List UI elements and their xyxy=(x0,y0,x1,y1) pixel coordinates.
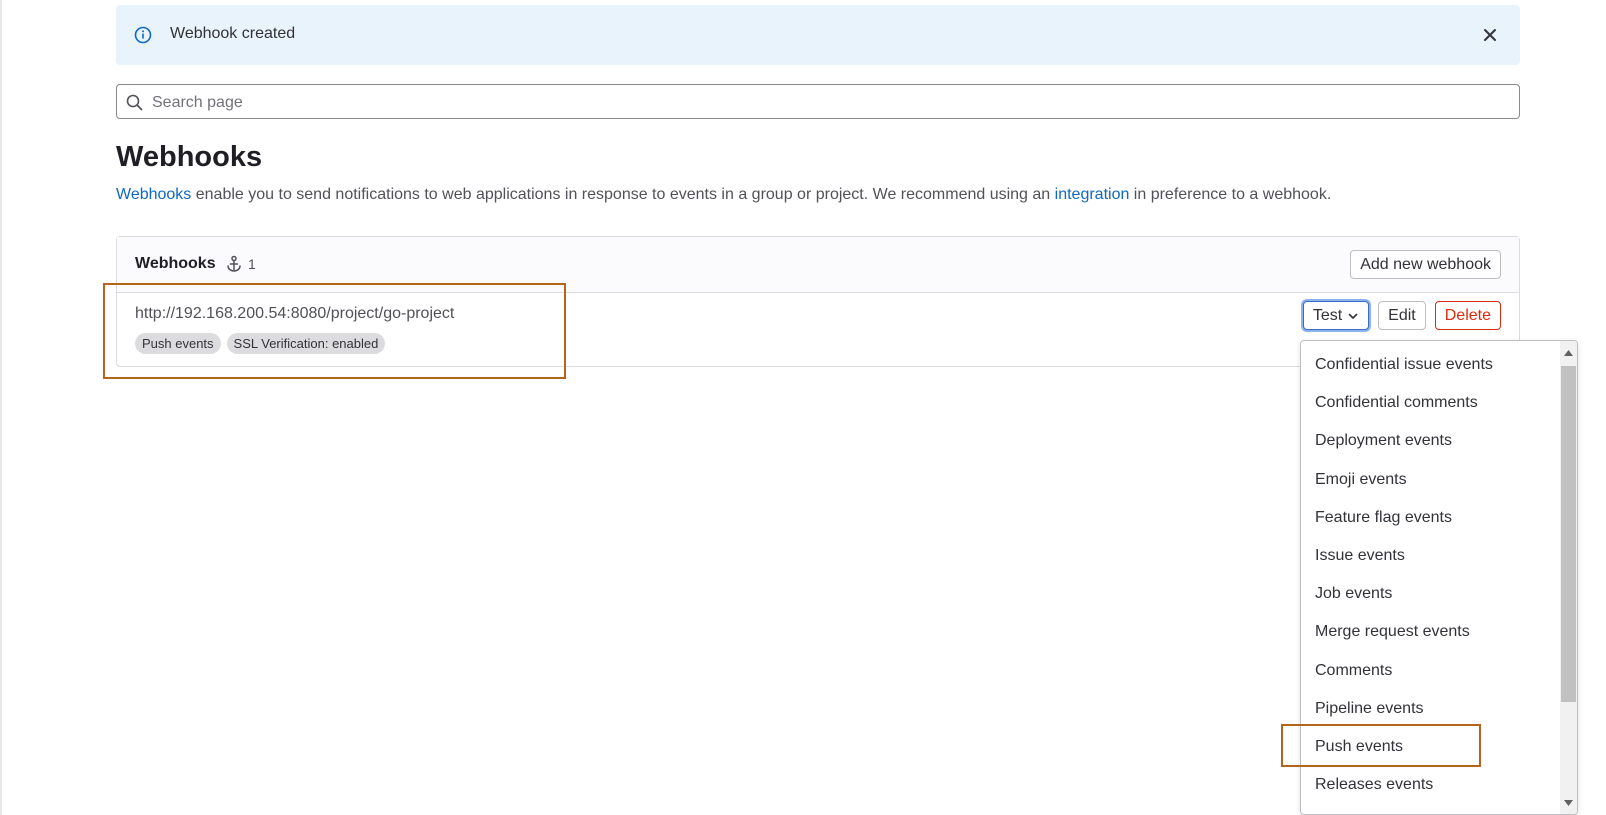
dropdown-item-comments[interactable]: Comments xyxy=(1301,652,1561,690)
dropdown-item-issue-events[interactable]: Issue events xyxy=(1301,537,1561,575)
page-title: Webhooks xyxy=(116,141,263,173)
scrollbar-thumb[interactable] xyxy=(1561,366,1576,702)
dropdown-item-feature-flag-events[interactable]: Feature flag events xyxy=(1301,499,1561,537)
dropdown-item-emoji-events[interactable]: Emoji events xyxy=(1301,461,1561,499)
webhook-icon xyxy=(227,255,241,272)
webhooks-card-title: Webhooks xyxy=(135,255,216,272)
webhook-entry-highlight xyxy=(103,283,566,379)
integration-link[interactable]: integration xyxy=(1055,186,1130,203)
info-circle-icon xyxy=(134,26,152,44)
dropdown-item-releases-events[interactable]: Releases events xyxy=(1301,766,1561,804)
dropdown-item-confidential-issue-events[interactable]: Confidential issue events xyxy=(1301,346,1561,384)
webhooks-count: 1 xyxy=(225,255,256,273)
delete-button[interactable]: Delete xyxy=(1434,301,1501,330)
close-icon[interactable] xyxy=(1482,27,1498,43)
dropdown-item-confidential-comments[interactable]: Confidential comments xyxy=(1301,384,1561,422)
webhook-actions: Test Edit Delete xyxy=(1302,301,1501,330)
page-description: Webhooks enable you to send notification… xyxy=(116,186,1331,204)
push-events-highlight xyxy=(1281,724,1481,767)
dropdown-item-job-events[interactable]: Job events xyxy=(1301,575,1561,613)
alert-message: Webhook created xyxy=(170,25,296,42)
webhook-created-alert: Webhook created xyxy=(116,5,1520,65)
dropdown-item-merge-request-events[interactable]: Merge request events xyxy=(1301,613,1561,651)
test-button-label: Test xyxy=(1312,306,1343,324)
webhooks-doc-link[interactable]: Webhooks xyxy=(116,186,191,203)
test-button[interactable]: Test xyxy=(1302,301,1370,330)
search-input[interactable] xyxy=(150,90,1514,115)
page-left-border xyxy=(0,0,2,815)
dropdown-item-deployment-events[interactable]: Deployment events xyxy=(1301,422,1561,460)
dropdown-scrollbar[interactable] xyxy=(1560,341,1577,814)
description-text-end: in preference to a webhook. xyxy=(1129,186,1332,203)
dropdown-item-pipeline-events[interactable]: Pipeline events xyxy=(1301,690,1561,728)
scroll-up-icon[interactable] xyxy=(1560,344,1577,361)
chevron-down-icon xyxy=(1348,313,1358,319)
search-icon xyxy=(126,94,143,111)
scroll-down-icon[interactable] xyxy=(1560,794,1577,811)
edit-button[interactable]: Edit xyxy=(1378,301,1426,330)
description-text: enable you to send notifications to web … xyxy=(191,186,1055,203)
webhooks-count-value: 1 xyxy=(248,256,256,272)
search-page-field[interactable] xyxy=(116,84,1520,119)
add-new-webhook-button[interactable]: Add new webhook xyxy=(1350,250,1501,279)
